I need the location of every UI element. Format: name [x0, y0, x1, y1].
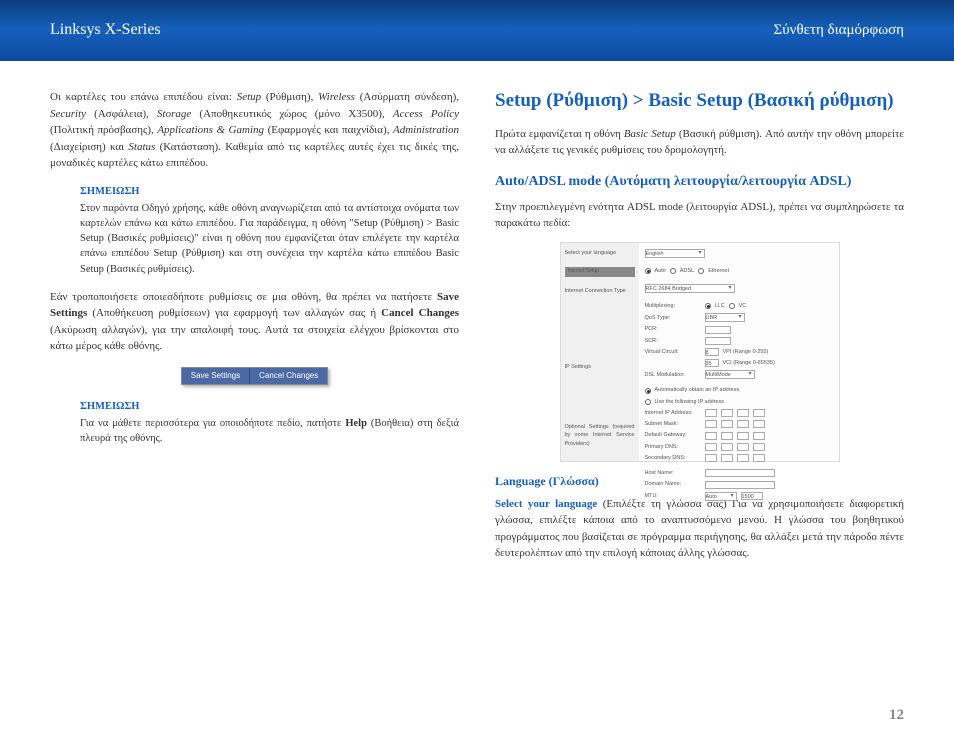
inline-buttons-image: Save Settings Cancel Changes — [50, 367, 459, 385]
cancel-changes-graphic: Cancel Changes — [250, 368, 327, 384]
adsl-intro: Στην προεπιλεγμένη ενότητα ADSL mode (λε… — [495, 199, 904, 232]
page-header: Linksys X-Series Σύνθετη διαμόρφωση — [0, 0, 954, 60]
save-cancel-paragraph: Εάν τροποποιήσετε οποιεσδήποτε ρυθμίσεις… — [50, 289, 459, 355]
lang-select: English — [645, 249, 705, 258]
language-paragraph: Select your language (Επιλέξτε τη γλώσσα… — [495, 496, 904, 562]
note-title: ΣΗΜΕΙΩΣΗ — [80, 184, 459, 199]
note-body: Στον παρόντα Οδηγό χρήσης, κάθε οθόνη αν… — [80, 203, 459, 275]
router-admin-screenshot: Select your language Internet Setup Inte… — [560, 242, 840, 462]
header-product: Linksys X-Series — [50, 21, 161, 39]
page-number: 12 — [889, 707, 904, 724]
shot-right-fields: English Auto ADSL Ethernet RFC 2684 Brid… — [639, 243, 839, 461]
note-help: ΣΗΜΕΙΩΣΗ Για να μάθετε περισσότερα για ο… — [80, 399, 459, 447]
subsection-auto-adsl: Auto/ADSL mode (Αυτόματη λειτουργία/λειτ… — [495, 173, 904, 191]
shot-left-labels: Select your language Internet Setup Inte… — [561, 243, 639, 461]
section-title: Setup (Ρύθμιση) > Basic Setup (Βασική ρύ… — [495, 89, 904, 114]
save-settings-graphic: Save Settings — [182, 368, 250, 384]
mode-eth-radio — [698, 268, 704, 274]
note-screen-naming: ΣΗΜΕΙΩΣΗ Στον παρόντα Οδηγό χρήσης, κάθε… — [80, 184, 459, 277]
buttons-graphic: Save Settings Cancel Changes — [181, 367, 329, 385]
note-title: ΣΗΜΕΙΩΣΗ — [80, 399, 459, 414]
header-section: Σύνθετη διαμόρφωση — [774, 22, 905, 39]
ict-select: RFC 2684 Bridged — [645, 284, 735, 293]
mode-auto-radio — [645, 268, 651, 274]
page-body: Οι καρτέλες του επάνω επιπέδου είναι: Se… — [0, 61, 954, 582]
tabs-intro-paragraph: Οι καρτέλες του επάνω επιπέδου είναι: Se… — [50, 89, 459, 172]
left-column: Οι καρτέλες του επάνω επιπέδου είναι: Se… — [50, 89, 459, 572]
mode-adsl-radio — [670, 268, 676, 274]
basic-setup-intro: Πρώτα εμφανίζεται η οθόνη Basic Setup (Β… — [495, 126, 904, 159]
right-column: Setup (Ρύθμιση) > Basic Setup (Βασική ρύ… — [495, 89, 904, 572]
